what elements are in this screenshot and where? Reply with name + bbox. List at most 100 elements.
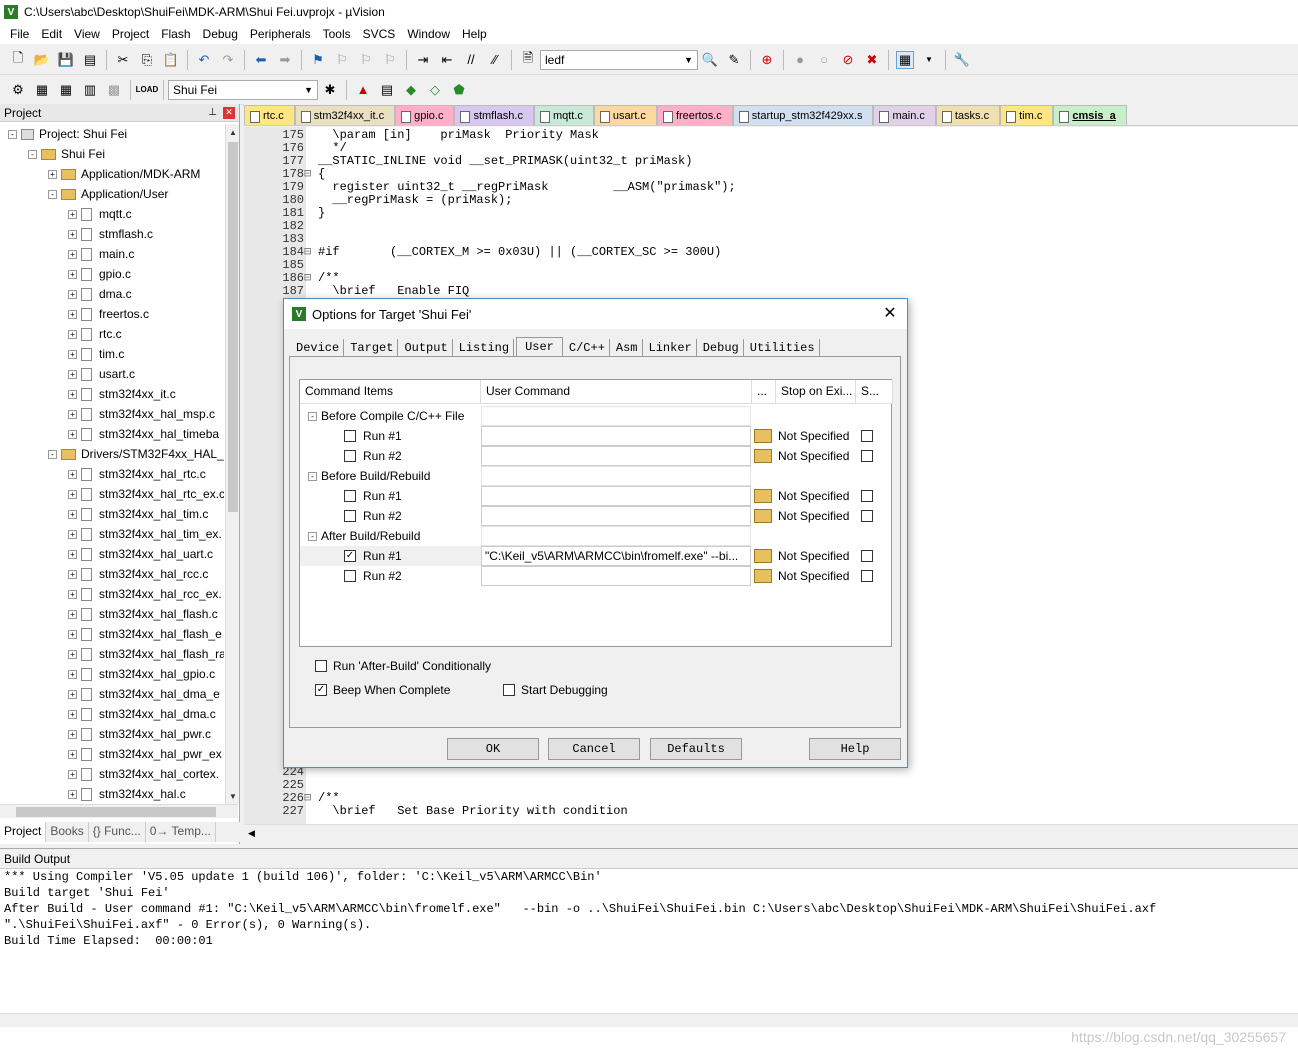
disable-all-breakpoints-icon[interactable]: ⊘ xyxy=(839,51,857,69)
tree-item[interactable]: + freertos.c xyxy=(0,304,224,324)
command-group-row[interactable]: - Before Compile C/C++ File xyxy=(300,406,893,426)
collapse-icon[interactable]: - xyxy=(28,149,37,159)
tree-item[interactable]: + main.c xyxy=(0,244,224,264)
expand-icon[interactable]: + xyxy=(68,409,77,419)
user-command-input[interactable] xyxy=(481,446,751,466)
horizontal-scrollbar[interactable] xyxy=(0,804,238,818)
run-after-build-checkbox[interactable] xyxy=(315,660,327,672)
tree-item[interactable]: + rtc.c xyxy=(0,324,224,344)
tree-item[interactable]: + stm32f4xx_hal_msp.c xyxy=(0,404,224,424)
command-row[interactable]: Run #2 Not Specified xyxy=(300,446,893,466)
save-icon[interactable]: 💾 xyxy=(57,51,75,69)
build-icon[interactable]: ▦ xyxy=(33,81,51,99)
breakpoint-icon[interactable]: ● xyxy=(791,51,809,69)
user-command-input[interactable] xyxy=(481,566,751,586)
menu-item-peripherals[interactable]: Peripherals xyxy=(244,27,317,41)
unindent-icon[interactable]: ⇤ xyxy=(438,51,456,69)
editor-tab[interactable]: cmsis_a xyxy=(1053,105,1127,125)
run-checkbox[interactable] xyxy=(344,510,356,522)
tree-item[interactable]: + stm32f4xx_hal_tim_ex. xyxy=(0,524,224,544)
tab-linker[interactable]: Linker xyxy=(645,339,697,357)
help-button[interactable]: Help xyxy=(809,738,901,760)
defaults-button[interactable]: Defaults xyxy=(650,738,742,760)
tab-cc[interactable]: C/C++ xyxy=(565,339,610,357)
rebuild-icon[interactable]: ▦ xyxy=(57,81,75,99)
expand-icon[interactable]: + xyxy=(68,769,77,779)
manage-project-icon[interactable]: ▲ xyxy=(354,81,372,99)
command-row[interactable]: Run #2 Not Specified xyxy=(300,566,893,586)
pack-installer-icon[interactable]: ◆ xyxy=(402,81,420,99)
beep-option[interactable]: ✓ Beep When Complete xyxy=(315,683,450,697)
menu-item-window[interactable]: Window xyxy=(401,27,456,41)
download-icon[interactable]: LOAD xyxy=(136,81,159,99)
tab-debug[interactable]: Debug xyxy=(699,339,744,357)
expand-icon[interactable]: + xyxy=(68,229,77,239)
tree-item[interactable]: + stm32f4xx_hal_cortex. xyxy=(0,764,224,784)
pane-tab[interactable]: Project xyxy=(0,822,47,842)
copy-icon[interactable]: ⎘ xyxy=(138,51,156,69)
cut-icon[interactable]: ✂ xyxy=(114,51,132,69)
s-checkbox[interactable] xyxy=(861,510,873,522)
tree-item[interactable]: + stm32f4xx_hal_timeba xyxy=(0,424,224,444)
pin-icon[interactable]: ⊥ xyxy=(208,107,217,118)
tree-item[interactable]: - Application/User xyxy=(0,184,224,204)
stop-build-icon[interactable]: ▩ xyxy=(105,81,123,99)
menu-item-debug[interactable]: Debug xyxy=(197,27,244,41)
run-time-environment-icon[interactable]: ⬟ xyxy=(450,81,468,99)
editor-tab[interactable]: rtc.c xyxy=(244,105,295,125)
expand-icon[interactable]: + xyxy=(68,369,77,379)
editor-horizontal-scrollbar[interactable]: ◀ xyxy=(244,824,1298,840)
tree-item[interactable]: + stm32f4xx_hal_rtc.c xyxy=(0,464,224,484)
tree-item[interactable]: + Application/MDK-ARM xyxy=(0,164,224,184)
run-after-build-option[interactable]: Run 'After-Build' Conditionally xyxy=(315,659,491,673)
start-debugging-option[interactable]: Start Debugging xyxy=(503,683,608,697)
tab-listing[interactable]: Listing xyxy=(455,339,515,357)
expand-icon[interactable]: + xyxy=(68,209,77,219)
open-file-icon[interactable]: 📂 xyxy=(33,51,51,69)
expand-icon[interactable]: + xyxy=(68,549,77,559)
tree-item[interactable]: + stm32f4xx_hal_uart.c xyxy=(0,544,224,564)
browse-button[interactable] xyxy=(752,567,774,585)
build-output-scrollbar[interactable] xyxy=(0,1013,1298,1027)
command-row[interactable]: Run #1 Not Specified xyxy=(300,486,893,506)
save-all-icon[interactable]: ▤ xyxy=(81,51,99,69)
expand-icon[interactable]: + xyxy=(68,589,77,599)
editor-tab[interactable]: tim.c xyxy=(1000,105,1054,125)
fold-marker[interactable]: ⊟ xyxy=(304,246,318,259)
menu-item-tools[interactable]: Tools xyxy=(317,27,357,41)
expand-icon[interactable]: + xyxy=(48,169,57,179)
editor-tab[interactable]: startup_stm32f429xx.s xyxy=(732,105,874,125)
tree-item[interactable]: + stm32f4xx_hal_gpio.c xyxy=(0,664,224,684)
command-row[interactable]: Run #1 Not Specified xyxy=(300,426,893,446)
tree-item[interactable]: - Shui Fei xyxy=(0,144,224,164)
disable-breakpoint-icon[interactable]: ○ xyxy=(815,51,833,69)
cancel-button[interactable]: Cancel xyxy=(548,738,640,760)
tree-item[interactable]: + stm32f4xx_hal_rcc.c xyxy=(0,564,224,584)
run-checkbox[interactable] xyxy=(344,450,356,462)
editor-tab[interactable]: mqtt.c xyxy=(533,105,594,125)
translate-icon[interactable]: ⚙ xyxy=(9,81,27,99)
s-checkbox[interactable] xyxy=(861,450,873,462)
expand-icon[interactable]: + xyxy=(68,629,77,639)
browse-button[interactable] xyxy=(752,547,774,565)
build-output-text[interactable]: *** Using Compiler 'V5.05 update 1 (buil… xyxy=(0,869,1298,949)
scroll-down-icon[interactable]: ▼ xyxy=(226,788,240,804)
menu-item-svcs[interactable]: SVCS xyxy=(357,27,402,41)
expand-icon[interactable]: + xyxy=(68,569,77,579)
user-command-input[interactable] xyxy=(481,506,751,526)
collapse-icon[interactable]: - xyxy=(308,411,317,421)
nav-back-icon[interactable]: ⬅ xyxy=(252,51,270,69)
stop-on-exit-select[interactable]: Not Specified xyxy=(776,506,854,526)
stop-on-exit-select[interactable]: Not Specified xyxy=(776,566,854,586)
s-checkbox[interactable] xyxy=(861,550,873,562)
tab-asm[interactable]: Asm xyxy=(612,339,643,357)
tab-device[interactable]: Device xyxy=(292,339,345,357)
tree-item[interactable]: + stm32f4xx_hal_pwr.c xyxy=(0,724,224,744)
tab-target[interactable]: Target xyxy=(346,339,399,357)
editor-tab[interactable]: gpio.c xyxy=(395,105,455,125)
tree-item[interactable]: + stm32f4xx_hal_dma.c xyxy=(0,704,224,724)
command-group-row[interactable]: - Before Build/Rebuild xyxy=(300,466,893,486)
nav-forward-icon[interactable]: ➡ xyxy=(276,51,294,69)
tab-output[interactable]: Output xyxy=(400,339,453,357)
tree-item[interactable]: + stm32f4xx_hal.c xyxy=(0,784,224,804)
